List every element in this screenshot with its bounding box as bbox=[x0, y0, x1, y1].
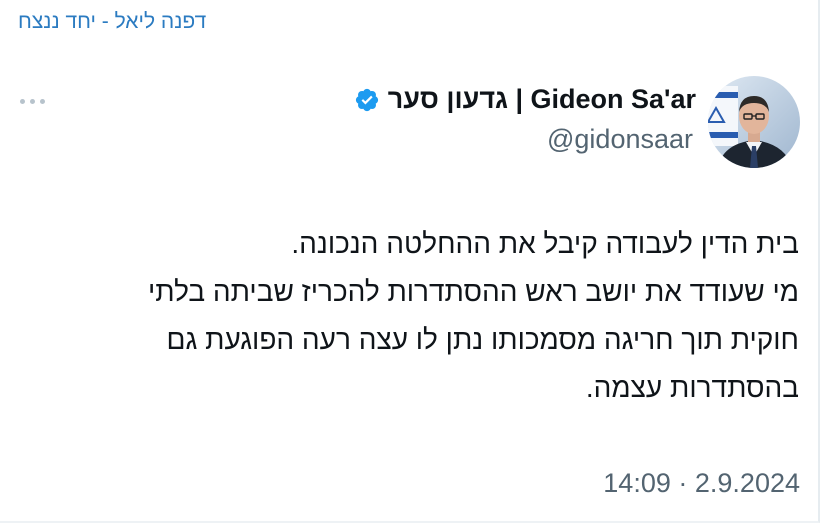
tweet-timestamp[interactable]: 14:09 · 2.9.2024 bbox=[603, 468, 800, 499]
timestamp-separator: · bbox=[678, 468, 688, 498]
avatar-photo bbox=[708, 76, 800, 168]
tweet-line: בית הדין לעבודה קיבל את ההחלטה הנכונה. bbox=[291, 228, 799, 259]
tweet-line: מי שעודד את יושב ראש ההסתדרות להכריז שבי… bbox=[148, 276, 799, 307]
tweet-body: בית הדין לעבודה קיבל את ההחלטה הנכונה. מ… bbox=[19, 220, 799, 412]
tweet-line: בהסתדרות עצמה. bbox=[585, 372, 799, 403]
sender-name[interactable]: דפנה ליאל - יחד ננצח bbox=[18, 10, 206, 34]
more-dots-icon[interactable] bbox=[20, 99, 45, 104]
author-name-row[interactable]: גדעון סער | Gideon Sa'ar bbox=[354, 84, 696, 115]
author-avatar[interactable] bbox=[708, 76, 800, 168]
author-display-name: גדעון סער | Gideon Sa'ar bbox=[387, 84, 696, 114]
tweet-line: חוקית תוך חריגה מסמכותו נתן לו עצה רעה ה… bbox=[166, 324, 799, 355]
verified-badge-icon bbox=[355, 88, 378, 111]
tweet-time: 14:09 bbox=[603, 468, 671, 498]
author-handle[interactable]: @gidonsaar bbox=[547, 124, 693, 155]
tweet-date: 2.9.2024 bbox=[694, 468, 800, 498]
